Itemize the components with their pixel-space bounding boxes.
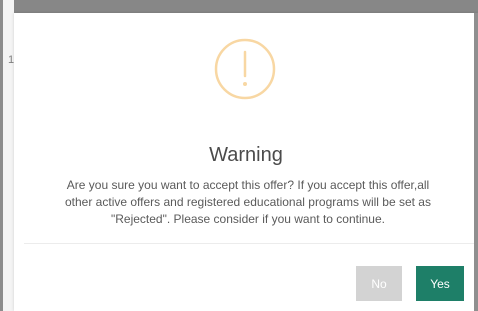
page-backdrop: 1 [0, 0, 14, 311]
yes-button[interactable]: Yes [416, 266, 464, 301]
overlay-edge [474, 13, 478, 311]
dialog-message-line: "Rejected". Please consider if you want … [110, 212, 385, 226]
dialog-message-line: Are you sure you want to accept this off… [66, 178, 430, 192]
dialog-message-line: other active offers and registered educa… [65, 195, 431, 209]
dialog-divider [24, 243, 476, 244]
no-button[interactable]: No [356, 266, 402, 301]
dialog-message: Are you sure you want to accept this off… [20, 177, 476, 228]
dialog-title: Warning [209, 144, 283, 166]
warning-dialog: Warning Are you sure you want to accept … [14, 13, 478, 311]
exclamation-circle-icon [214, 38, 276, 100]
backdrop-edge [0, 0, 3, 311]
